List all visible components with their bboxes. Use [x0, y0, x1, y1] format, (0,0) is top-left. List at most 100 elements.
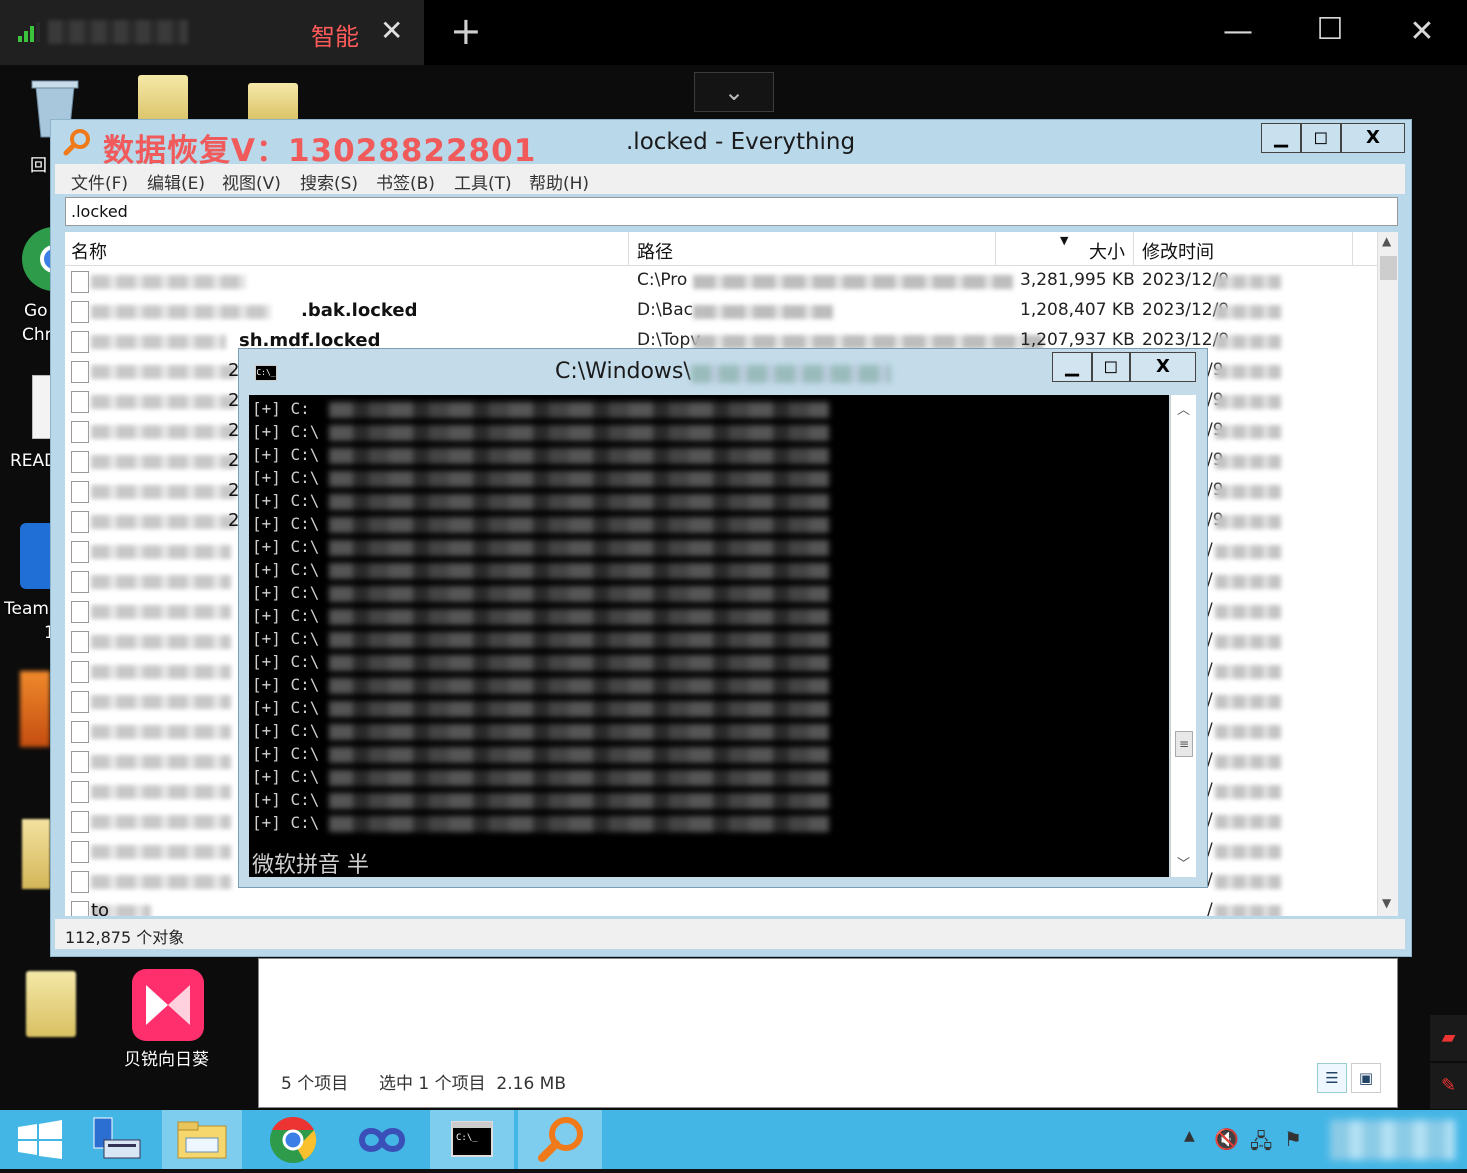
action-center-icon[interactable]: ⚑ [1284, 1127, 1302, 1151]
file-icon [71, 751, 89, 773]
scroll-thumb[interactable]: ≡ [1175, 731, 1193, 757]
folder-shortcut[interactable] [22, 819, 50, 889]
folder-icon [26, 971, 76, 1037]
start-icon [18, 1120, 62, 1159]
console-line-redacted [329, 655, 829, 671]
start-button[interactable] [0, 1110, 82, 1169]
session-tab-label: 智能 [311, 23, 359, 51]
console-line-redacted [329, 793, 829, 809]
chrome-button[interactable] [252, 1110, 334, 1169]
maximize-button[interactable]: ◻ [1301, 123, 1341, 153]
search-input[interactable]: .locked [65, 197, 1398, 226]
teamviewer-shortcut[interactable] [20, 523, 52, 589]
column-header-size[interactable]: 大小 [1089, 238, 1125, 264]
folder-shortcut[interactable] [26, 971, 76, 1037]
server-manager-button[interactable] [82, 1110, 162, 1169]
scroll-down-icon[interactable]: ▼ [1382, 896, 1391, 910]
file-name-redacted [91, 785, 231, 799]
file-icon [71, 541, 89, 563]
column-header-path[interactable]: 路径 [637, 238, 673, 264]
details-view-button[interactable]: ☰ [1317, 1063, 1347, 1093]
minimize-button[interactable]: ▁ [1261, 123, 1301, 153]
volume-muted-icon[interactable]: 🔇 [1214, 1127, 1239, 1151]
console-scrollbar[interactable]: ︿ ≡ ﹀ [1170, 395, 1196, 877]
console-line-redacted [329, 448, 829, 464]
console-close-button[interactable]: X [1130, 352, 1196, 382]
console-line: [+] C:\ [252, 514, 320, 533]
table-row[interactable]: to / [65, 896, 1377, 916]
console-line-redacted [329, 609, 829, 625]
console-line: [+] C:\ [252, 583, 320, 602]
console-app-icon: C:\_ [255, 365, 277, 381]
menu-view[interactable]: 视图(V) [222, 169, 281, 194]
menu-tools[interactable]: 工具(T) [454, 169, 512, 194]
menu-search[interactable]: 搜索(S) [300, 169, 358, 194]
table-row[interactable]: .bak.locked D:\Bac 1,208,407 KB 2023/12/9 [65, 296, 1377, 326]
app-shortcut[interactable] [20, 671, 50, 747]
menu-edit[interactable]: 编辑(E) [147, 169, 205, 194]
console-line: [+] C:\ [252, 560, 320, 579]
date-redacted [1215, 815, 1281, 829]
console-minimize-button[interactable]: ▁ [1052, 352, 1092, 382]
pin-red-icon[interactable]: ✎ [1430, 1063, 1467, 1109]
large-icons-view-button[interactable]: ▣ [1351, 1063, 1381, 1093]
maximize-button[interactable]: ☐ [1310, 12, 1350, 47]
everything-titlebar[interactable]: 数据恢复V：13028822801 .locked - Everything ▁… [51, 120, 1411, 169]
everything-button[interactable] [518, 1110, 602, 1169]
scroll-down-icon[interactable]: ﹀ [1177, 853, 1190, 872]
column-header-modified[interactable]: 修改时间 [1142, 238, 1214, 264]
collapse-toolbar-button[interactable]: ⌄ [694, 72, 774, 112]
scroll-up-icon[interactable]: ︿ [1177, 399, 1190, 418]
table-row[interactable]: C:\Pro 3,281,995 KB 2023/12/9 [65, 266, 1377, 296]
column-separator[interactable] [1352, 232, 1353, 266]
file-icon [71, 901, 89, 916]
menu-bookmarks[interactable]: 书签(B) [376, 169, 435, 194]
console-line: [+] C:\ [252, 744, 320, 763]
console-line-redacted [329, 747, 829, 763]
session-tab[interactable]: 智能 ✕ [0, 0, 424, 65]
file-name-redacted [91, 395, 236, 409]
close-button[interactable]: X [1341, 123, 1405, 153]
tab-close-icon[interactable]: ✕ [380, 14, 403, 47]
sunlogin-shortcut[interactable] [132, 969, 204, 1045]
menu-file[interactable]: 文件(F) [71, 169, 128, 194]
window-title: .locked - Everything [626, 129, 856, 155]
console-line: [+] C:\ [252, 698, 320, 717]
everything-app-icon [63, 129, 90, 156]
file-icon [71, 331, 89, 353]
console-window: C:\_ C:\Windows\ ▁ ◻ X [+] C: [+] C:\ [+] … [238, 348, 1208, 888]
console-line: [+] C:\ [252, 767, 320, 786]
results-scrollbar[interactable]: ▲ ▼ [1377, 232, 1398, 916]
network-icon[interactable]: 🖧 [1250, 1127, 1272, 1161]
new-tab-button[interactable]: + [450, 12, 482, 50]
menu-help[interactable]: 帮助(H) [529, 169, 589, 194]
file-explorer-button[interactable] [162, 1110, 242, 1169]
column-separator[interactable] [1133, 232, 1134, 266]
file-icon [71, 601, 89, 623]
file-name: .bak.locked [301, 300, 418, 321]
readme-shortcut[interactable] [32, 375, 52, 439]
file-icon [71, 691, 89, 713]
close-button[interactable]: ✕ [1402, 14, 1442, 49]
console-maximize-button[interactable]: ◻ [1092, 352, 1130, 382]
minimize-button[interactable]: — [1218, 14, 1258, 49]
file-name: to [91, 900, 110, 916]
console-output[interactable]: [+] C: [+] C:\ [+] C:\ [+] C:\ [+] C:\ [+] C:… [249, 395, 1169, 877]
column-header-name[interactable]: 名称 [71, 238, 107, 264]
folder-red-icon[interactable]: ▰ [1430, 1015, 1467, 1061]
tray-clock[interactable] [1330, 1120, 1455, 1160]
powershell-button[interactable] [340, 1110, 424, 1169]
column-separator[interactable] [628, 232, 629, 266]
console-line: [+] C:\ [252, 652, 320, 671]
file-icon [71, 571, 89, 593]
date-redacted [1215, 905, 1281, 916]
scroll-thumb[interactable] [1380, 256, 1397, 280]
folder-shortcut[interactable] [248, 83, 298, 123]
column-separator[interactable] [995, 232, 996, 266]
cmd-button[interactable]: C:\_ [430, 1110, 514, 1169]
date-redacted [1215, 545, 1281, 559]
file-name-redacted [91, 455, 236, 469]
scroll-up-icon[interactable]: ▲ [1382, 234, 1391, 248]
file-modified-date: / [1207, 900, 1213, 916]
tray-expand-icon[interactable]: ▲ [1184, 1128, 1195, 1144]
